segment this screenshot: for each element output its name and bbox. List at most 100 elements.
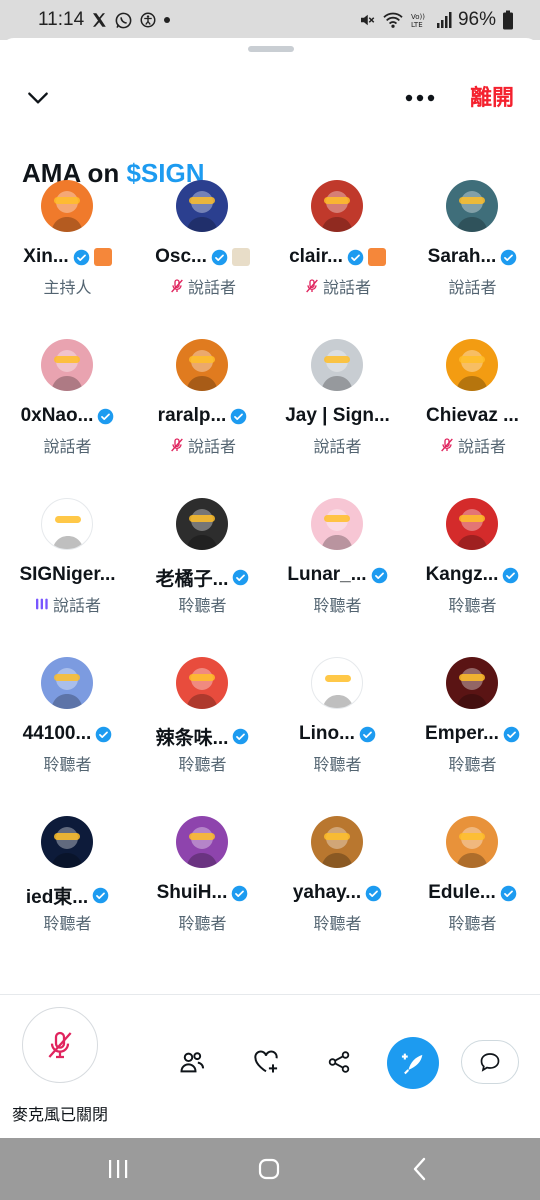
verified-badge-icon <box>501 249 517 265</box>
participant-card[interactable]: Sarah... 說話者 <box>405 176 540 326</box>
avatar[interactable] <box>41 657 93 709</box>
participant-role: 說話者 <box>457 439 506 456</box>
avatar[interactable] <box>176 498 228 550</box>
role-row: 說話者 <box>135 274 270 298</box>
participant-role: 說話者 <box>322 280 371 297</box>
participant-card[interactable]: ied東... 聆聽者 <box>0 812 135 962</box>
participant-card[interactable]: Kangz... 聆聽者 <box>405 494 540 644</box>
signal-icon <box>436 11 452 29</box>
mic-off-icon <box>48 1031 72 1059</box>
wifi-icon <box>382 11 404 29</box>
participant-name: Osc... <box>155 246 207 267</box>
participant-name: Jay | Sign... <box>285 405 390 426</box>
participant-card[interactable]: SIGNiger... 說話者 <box>0 494 135 644</box>
avatar[interactable] <box>311 339 363 391</box>
participant-role: 聆聽者 <box>43 916 92 933</box>
participant-role: 聆聽者 <box>178 757 227 774</box>
participants-button[interactable] <box>175 1045 209 1079</box>
participant-name: 44100... <box>22 723 92 744</box>
svg-text:Vo)): Vo)) <box>411 13 425 21</box>
participant-card[interactable]: 44100... 聆聽者 <box>0 653 135 803</box>
mic-status-label: 麥克風已關閉 <box>12 1107 109 1124</box>
participant-card[interactable]: raralp... 說話者 <box>135 335 270 485</box>
svg-text:LTE: LTE <box>411 21 423 29</box>
role-row: 說話者 <box>405 274 540 298</box>
battery-percent: 96% <box>457 9 496 30</box>
whatsapp-icon <box>114 11 133 30</box>
battery-icon <box>502 10 514 30</box>
home-button[interactable] <box>249 1154 289 1184</box>
verified-badge-icon <box>73 249 89 265</box>
avatar[interactable] <box>311 657 363 709</box>
participant-card[interactable]: yahay... 聆聽者 <box>270 812 405 962</box>
avatar[interactable] <box>311 498 363 550</box>
avatar[interactable] <box>446 339 498 391</box>
participant-role: 聆聽者 <box>448 598 497 615</box>
status-right: Vo)) LTE 96% <box>358 9 514 31</box>
role-row: 主持人 <box>0 274 135 298</box>
avatar[interactable] <box>446 180 498 232</box>
participant-card[interactable]: Jay | Sign... 說話者 <box>270 335 405 485</box>
avatar[interactable] <box>311 816 363 868</box>
share-button[interactable] <box>322 1045 356 1079</box>
role-row: 聆聽者 <box>135 592 270 616</box>
name-row: Emper... <box>405 723 540 745</box>
avatar[interactable] <box>41 498 93 550</box>
participant-card[interactable]: Lunar_... 聆聽者 <box>270 494 405 644</box>
avatar[interactable] <box>41 816 93 868</box>
role-row: 聆聽者 <box>270 910 405 934</box>
leave-button[interactable]: 離開 <box>470 82 514 114</box>
name-row: Edule... <box>405 882 540 904</box>
participant-name: Edule... <box>428 882 496 903</box>
avatar[interactable] <box>176 816 228 868</box>
verified-badge-icon <box>500 885 517 901</box>
participant-card[interactable]: ShuiH... 聆聽者 <box>135 812 270 962</box>
avatar[interactable] <box>176 657 228 709</box>
mic-muted-icon <box>306 279 318 293</box>
participant-name: SIGNiger... <box>19 564 116 585</box>
mic-toggle-button[interactable] <box>22 1007 98 1083</box>
participant-card[interactable]: 0xNao... 說話者 <box>0 335 135 485</box>
participant-card[interactable]: Osc... 說話者 <box>135 176 270 326</box>
participant-name: raralp... <box>157 405 227 426</box>
more-options-button[interactable] <box>402 82 438 114</box>
participant-role: 說話者 <box>43 439 92 456</box>
participant-card[interactable]: Emper... 聆聽者 <box>405 653 540 803</box>
accessibility-icon <box>139 11 157 29</box>
role-row: 說話者 <box>0 592 135 616</box>
avatar[interactable] <box>176 339 228 391</box>
name-row: Jay | Sign... <box>270 405 405 427</box>
react-button[interactable] <box>249 1045 283 1079</box>
chat-button[interactable] <box>461 1040 519 1084</box>
participant-role: 說話者 <box>187 439 236 456</box>
avatar[interactable] <box>446 498 498 550</box>
avatar[interactable] <box>176 180 228 232</box>
x-logo-icon <box>90 11 108 29</box>
avatar[interactable] <box>446 816 498 868</box>
collapse-button[interactable] <box>22 82 54 114</box>
participant-card[interactable]: Xin... 主持人 <box>0 176 135 326</box>
avatar[interactable] <box>41 180 93 232</box>
avatar[interactable] <box>446 657 498 709</box>
avatar[interactable] <box>41 339 93 391</box>
participant-role: 聆聽者 <box>178 598 227 615</box>
compose-icon <box>401 1053 423 1075</box>
name-row: ied東... <box>0 882 135 909</box>
participant-role: 聆聽者 <box>313 916 362 933</box>
participant-card[interactable]: Chievaz ... 說話者 <box>405 335 540 485</box>
verified-badge-icon <box>232 885 248 901</box>
participant-name: Xin... <box>23 246 69 267</box>
participant-card[interactable]: Lino... 聆聽者 <box>270 653 405 803</box>
verified-badge-icon <box>96 726 112 742</box>
compose-button[interactable] <box>387 1037 439 1089</box>
participant-card[interactable]: 老橘子... 聆聽者 <box>135 494 270 644</box>
recents-button[interactable] <box>98 1154 138 1184</box>
avatar[interactable] <box>311 180 363 232</box>
participant-card[interactable]: clair... 說話者 <box>270 176 405 326</box>
participant-card[interactable]: 辣条味... 聆聽者 <box>135 653 270 803</box>
participant-role: 聆聽者 <box>448 916 497 933</box>
role-row: 聆聽者 <box>0 910 135 934</box>
drag-handle[interactable] <box>248 46 294 52</box>
back-button[interactable] <box>400 1154 440 1184</box>
participant-card[interactable]: Edule... 聆聽者 <box>405 812 540 962</box>
